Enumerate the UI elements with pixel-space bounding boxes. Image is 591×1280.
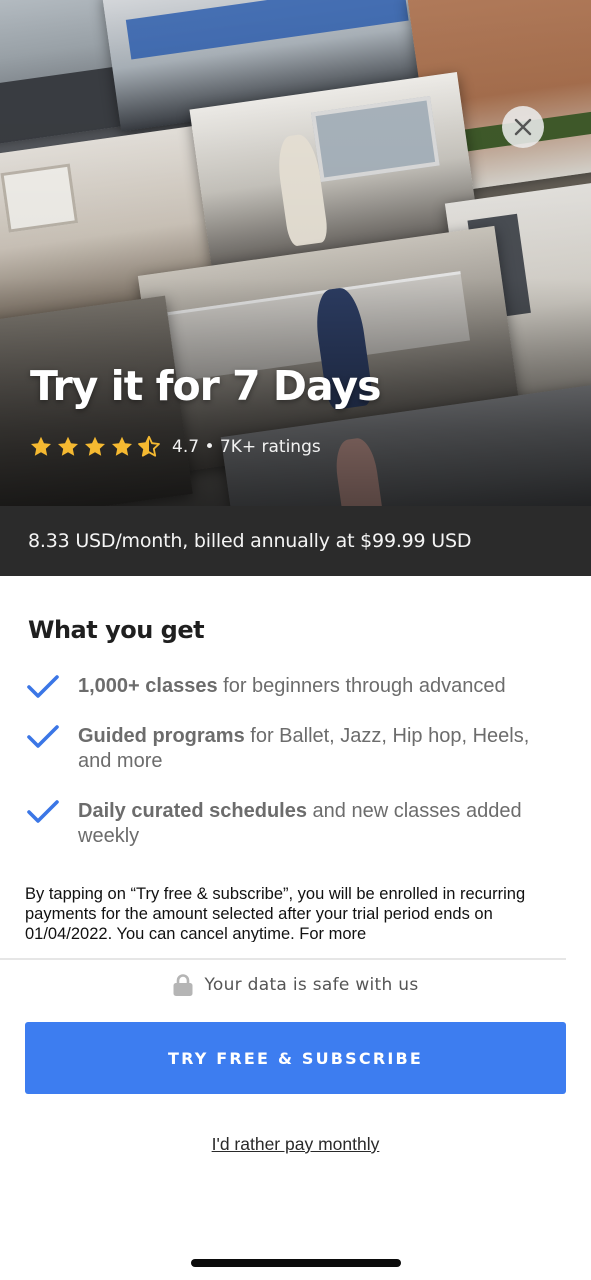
home-indicator[interactable] <box>191 1259 401 1267</box>
hero-gradient-overlay <box>0 0 591 506</box>
checkmark-icon <box>27 725 59 748</box>
legal-scroll-area[interactable]: By tapping on “Try free & subscribe”, yo… <box>25 884 570 942</box>
security-text: Your data is safe with us <box>204 975 419 995</box>
benefits-title: What you get <box>28 616 205 644</box>
star-icon <box>112 436 132 456</box>
star-icon <box>31 436 51 456</box>
price-text: 8.33 USD/month, billed annually at $99.9… <box>28 530 472 552</box>
benefit-item: Guided programs for Ballet, Jazz, Hip ho… <box>26 724 566 774</box>
benefit-highlight: Daily curated schedules <box>78 800 307 822</box>
benefit-text: Daily curated schedules and new classes … <box>78 799 566 849</box>
close-icon <box>514 118 532 136</box>
half-star-icon <box>138 435 160 457</box>
hero-title: Try it for 7 Days <box>30 362 381 410</box>
rating-value: 4.7 <box>172 437 200 457</box>
star-icon <box>58 436 78 456</box>
star-rating <box>29 435 164 459</box>
security-note: Your data is safe with us <box>0 970 591 1000</box>
rating-summary: 4.7 • 7K+ ratings <box>172 437 321 457</box>
price-bar: 8.33 USD/month, billed annually at $99.9… <box>0 506 591 576</box>
checkmark-icon <box>27 800 59 823</box>
benefit-text: 1,000+ classes for beginners through adv… <box>78 674 506 701</box>
try-free-subscribe-button[interactable]: TRY FREE & SUBSCRIBE <box>25 1022 566 1094</box>
checkmark-icon <box>27 675 59 698</box>
benefit-item: Daily curated schedules and new classes … <box>26 799 566 849</box>
rating-row: 4.7 • 7K+ ratings <box>29 434 321 460</box>
cta-label: TRY FREE & SUBSCRIBE <box>167 1048 424 1068</box>
benefit-text: Guided programs for Ballet, Jazz, Hip ho… <box>78 724 566 774</box>
lock-icon <box>173 974 193 996</box>
rating-count: 7K+ ratings <box>219 437 321 457</box>
hero-collage: Try it for 7 Days 4.7 • 7K+ ratings <box>0 0 591 506</box>
monthly-option: I'd rather pay monthly <box>0 1134 591 1155</box>
close-button[interactable] <box>502 106 544 148</box>
benefit-highlight: 1,000+ classes <box>78 675 218 697</box>
legal-disclaimer: By tapping on “Try free & subscribe”, yo… <box>25 885 526 942</box>
divider <box>0 958 566 960</box>
benefit-detail: for beginners through advanced <box>217 675 506 697</box>
benefit-item: 1,000+ classes for beginners through adv… <box>26 674 566 701</box>
benefit-highlight: Guided programs <box>78 725 245 747</box>
star-icon <box>85 436 105 456</box>
pay-monthly-link[interactable]: I'd rather pay monthly <box>212 1134 380 1154</box>
